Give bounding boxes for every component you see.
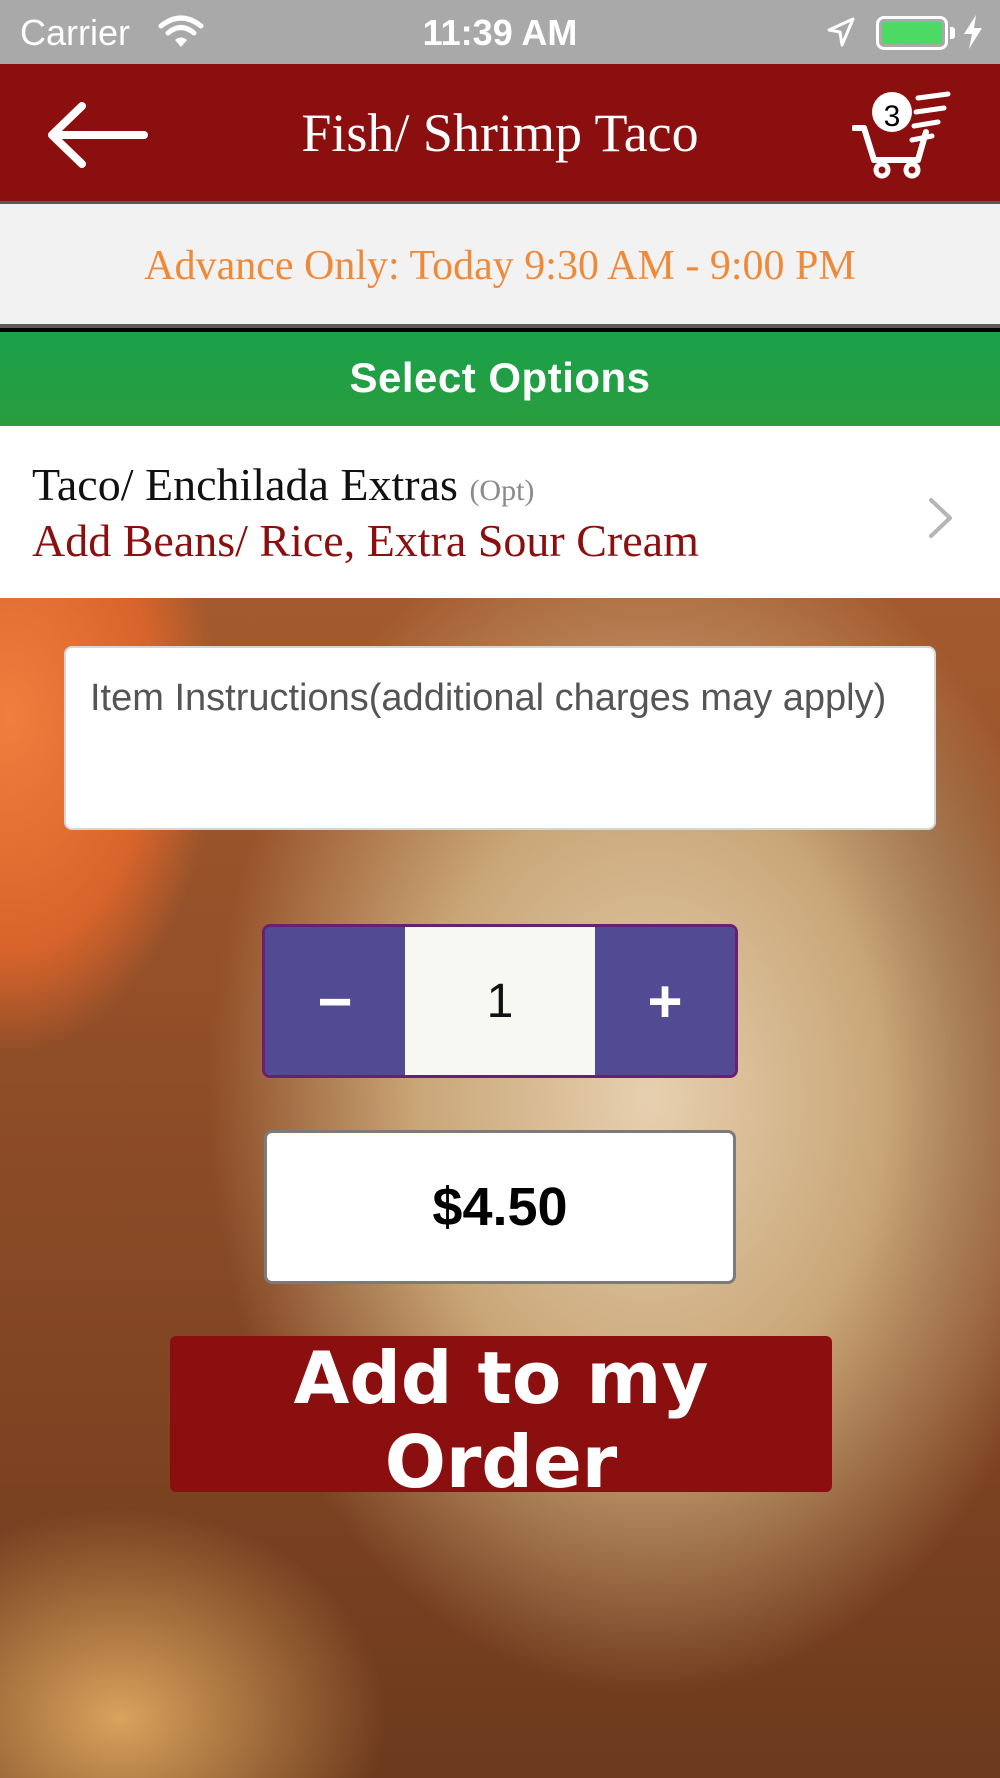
cart-count-badge: 3 <box>883 100 901 133</box>
increase-quantity-button[interactable]: + <box>595 927 735 1075</box>
status-bar: Carrier 11:39 AM <box>0 0 1000 64</box>
option-optional-tag: (Opt) <box>469 474 535 507</box>
page-title: Fish/ Shrimp Taco <box>301 103 699 163</box>
quantity-input[interactable] <box>405 927 595 1075</box>
option-row-extras[interactable]: Taco/ Enchilada Extras (Opt) Add Beans/ … <box>0 426 1000 598</box>
item-instructions-field[interactable] <box>64 646 936 830</box>
battery-icon <box>876 16 948 50</box>
options-header: Select Options <box>0 332 1000 426</box>
battery-tip <box>950 27 955 39</box>
chevron-right-icon <box>926 496 956 545</box>
option-selected-value: Add Beans/ Rice, Extra Sour Cream <box>32 515 699 566</box>
hours-banner: Advance Only: Today 9:30 AM - 9:00 PM <box>0 204 1000 328</box>
price-display: $4.50 <box>264 1130 736 1284</box>
quantity-stepper: − + <box>262 924 738 1078</box>
nav-bar: Fish/ Shrimp Taco 3 <box>0 64 1000 204</box>
hours-text: Advance Only: Today 9:30 AM - 9:00 PM <box>144 243 856 289</box>
options-header-label: Select Options <box>349 354 651 401</box>
option-name-text: Taco/ Enchilada Extras <box>32 459 458 510</box>
location-arrow-icon <box>826 16 856 53</box>
decrease-quantity-button[interactable]: − <box>265 927 405 1075</box>
option-name: Taco/ Enchilada Extras (Opt) <box>32 458 534 511</box>
charging-bolt-icon <box>962 14 984 55</box>
add-to-order-button[interactable]: Add to my Order <box>170 1336 832 1504</box>
